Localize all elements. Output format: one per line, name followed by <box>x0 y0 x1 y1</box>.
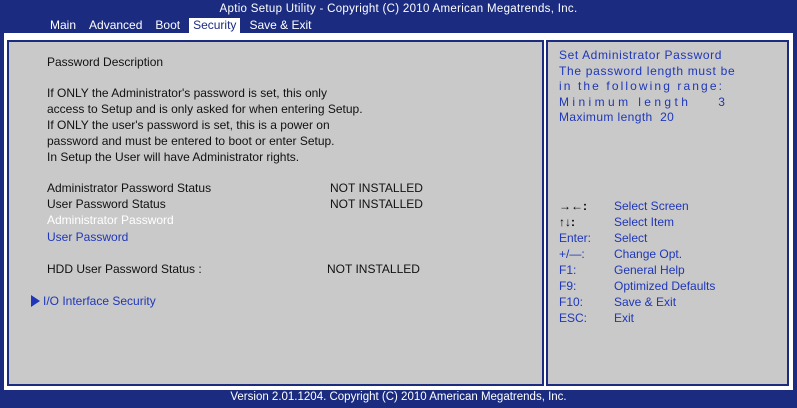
key-action: Select Item <box>614 215 675 229</box>
description-line: If ONLY the Administrator's password is … <box>47 86 327 100</box>
key-action: Optimized Defaults <box>614 279 716 293</box>
hdd-password-status-label: HDD User Password Status : <box>47 262 202 276</box>
key-name: F10: <box>559 295 584 309</box>
key-legend-row: →←: Select Screen <box>559 198 715 214</box>
admin-password-status-label: Administrator Password Status <box>47 181 212 195</box>
tab-boot[interactable]: Boot <box>151 18 184 33</box>
help-text: Set Administrator Password The password … <box>559 48 781 126</box>
admin-password-status-value: NOT INSTALLED <box>330 181 423 195</box>
key-legend-row: F1: General Help <box>559 262 715 278</box>
key-legend-row: Enter: Select <box>559 230 715 246</box>
left-right-arrow-icon: →←: <box>559 199 587 213</box>
key-legend-row: +/—: Change Opt. <box>559 246 715 262</box>
key-action: Exit <box>614 311 635 325</box>
key-action: Select <box>614 231 648 245</box>
help-line: Set Administrator Password <box>559 48 722 62</box>
help-line: The password length must be <box>559 63 736 78</box>
menu-bar: Main Advanced Boot Security Save & Exit <box>46 18 320 33</box>
hdd-password-status-value: NOT INSTALLED <box>327 262 420 276</box>
description-line: In Setup the User will have Administrato… <box>47 150 300 164</box>
key-legend-row: ↑↓: Select Item <box>559 214 715 230</box>
key-name: +/—: <box>559 247 585 261</box>
version-footer: Version 2.01.1204. Copyright (C) 2010 Am… <box>230 391 567 403</box>
key-name: F1: <box>559 263 577 277</box>
key-legend: →←: Select Screen ↑↓: Select Item Enter:… <box>559 198 715 326</box>
administrator-password-option[interactable]: Administrator Password <box>47 213 174 227</box>
io-interface-security-submenu[interactable]: I/O Interface Security <box>43 294 156 308</box>
user-password-option[interactable]: User Password <box>47 230 128 244</box>
key-action: Save & Exit <box>614 295 677 309</box>
help-line: Minimum length 3 <box>559 94 729 109</box>
help-line: Maximum length 20 <box>559 110 675 124</box>
bios-screen: Aptio Setup Utility - Copyright (C) 2010… <box>0 0 797 408</box>
app-title: Aptio Setup Utility - Copyright (C) 2010… <box>219 3 578 15</box>
key-name: F9: <box>559 279 577 293</box>
user-password-status-label: User Password Status <box>47 197 166 211</box>
tab-security[interactable]: Security <box>189 18 241 33</box>
description-line: password and must be entered to boot or … <box>47 134 335 148</box>
title-bar: Aptio Setup Utility - Copyright (C) 2010… <box>0 0 797 33</box>
tab-main[interactable]: Main <box>46 18 80 33</box>
key-name: Enter: <box>559 231 592 245</box>
key-legend-row: F9: Optimized Defaults <box>559 278 715 294</box>
key-action: General Help <box>614 263 685 277</box>
help-line: in the following range: <box>559 79 725 93</box>
tab-save-exit[interactable]: Save & Exit <box>245 18 315 33</box>
up-down-arrow-icon: ↑↓: <box>559 215 575 229</box>
submenu-pointer-icon <box>31 295 40 307</box>
key-name: ESC: <box>559 311 588 325</box>
description-line: If ONLY the user's password is set, this… <box>47 118 330 132</box>
description-line: access to Setup and is only asked for wh… <box>47 102 363 116</box>
key-legend-row: ESC: Exit <box>559 310 715 326</box>
key-legend-row: F10: Save & Exit <box>559 294 715 310</box>
key-action: Select Screen <box>614 199 689 213</box>
key-action: Change Opt. <box>614 247 683 261</box>
tab-advanced[interactable]: Advanced <box>85 18 146 33</box>
description-heading: Password Description <box>47 55 164 69</box>
user-password-status-value: NOT INSTALLED <box>330 197 423 211</box>
